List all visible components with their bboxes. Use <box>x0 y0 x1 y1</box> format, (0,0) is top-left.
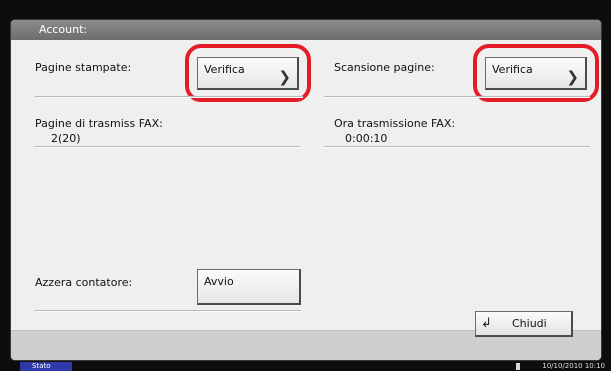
fax-time-value: 0:00:10 <box>345 132 388 145</box>
device-screen: Account: Pagine stampate: Verifica ❯ Sca… <box>0 0 611 371</box>
start-reset-button-label: Avvio <box>204 275 234 288</box>
panel-title: Account: <box>11 20 601 40</box>
status-bar: Stato 10/10/2010 10:10 <box>0 362 611 371</box>
fax-pages-value: 2(20) <box>51 132 81 145</box>
divider <box>324 96 590 98</box>
memory-indicator-icon <box>516 363 520 370</box>
divider <box>324 146 590 148</box>
scanned-pages-label: Scansione pagine: <box>334 61 435 74</box>
fax-time-label: Ora trasmissione FAX: <box>334 117 456 130</box>
status-button[interactable]: Stato <box>20 362 72 371</box>
fax-pages-label: Pagine di trasmiss FAX: <box>35 117 163 130</box>
divider <box>35 310 301 312</box>
close-button-label: Chiudi <box>512 317 547 330</box>
account-panel: Account: Pagine stampate: Verifica ❯ Sca… <box>10 19 602 361</box>
highlight-scanned-pages <box>473 44 599 102</box>
status-datetime: 10/10/2010 10:10 <box>542 362 605 370</box>
reset-counter-label: Azzera contatore: <box>35 276 133 289</box>
divider <box>35 96 303 98</box>
printed-pages-label: Pagine stampate: <box>35 61 132 74</box>
return-arrow-icon: ↲ <box>481 316 492 331</box>
highlight-printed-pages <box>185 44 311 102</box>
close-button[interactable]: ↲ Chiudi <box>475 311 573 337</box>
divider <box>35 146 300 148</box>
start-reset-button[interactable]: Avvio <box>197 269 301 305</box>
